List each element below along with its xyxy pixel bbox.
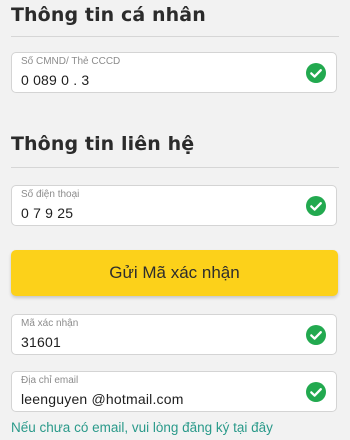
check-circle-icon xyxy=(306,325,326,345)
id-number-field[interactable]: Số CMND/ Thẻ CCCD 0 089 0 . 3 xyxy=(11,52,337,93)
contact-info-heading: Thông tin liên hệ xyxy=(11,133,195,155)
id-number-value[interactable]: 0 089 0 . 3 xyxy=(21,72,89,88)
register-email-link[interactable]: Nếu chưa có email, vui lòng đăng ký tại … xyxy=(11,420,273,435)
email-value[interactable]: leenguyen @hotmail.com xyxy=(21,391,184,407)
email-field[interactable]: Địa chỉ email leenguyen @hotmail.com xyxy=(11,371,337,412)
send-code-button[interactable]: Gửi Mã xác nhận xyxy=(11,250,338,296)
section-divider xyxy=(11,36,339,37)
check-circle-icon xyxy=(306,63,326,83)
phone-value[interactable]: 0 7 9 25 xyxy=(21,205,73,221)
verification-code-value[interactable]: 31601 xyxy=(21,334,61,350)
phone-field[interactable]: Số điện thoại 0 7 9 25 xyxy=(11,185,337,226)
personal-info-heading: Thông tin cá nhân xyxy=(11,4,206,26)
check-circle-icon xyxy=(306,196,326,216)
section-divider xyxy=(11,167,339,168)
id-number-label: Số CMND/ Thẻ CCCD xyxy=(21,56,121,67)
verification-code-field[interactable]: Mã xác nhận 31601 xyxy=(11,314,337,355)
phone-label: Số điện thoại xyxy=(21,189,80,200)
email-label: Địa chỉ email xyxy=(21,375,79,386)
verification-code-label: Mã xác nhận xyxy=(21,318,79,329)
check-circle-icon xyxy=(306,382,326,402)
